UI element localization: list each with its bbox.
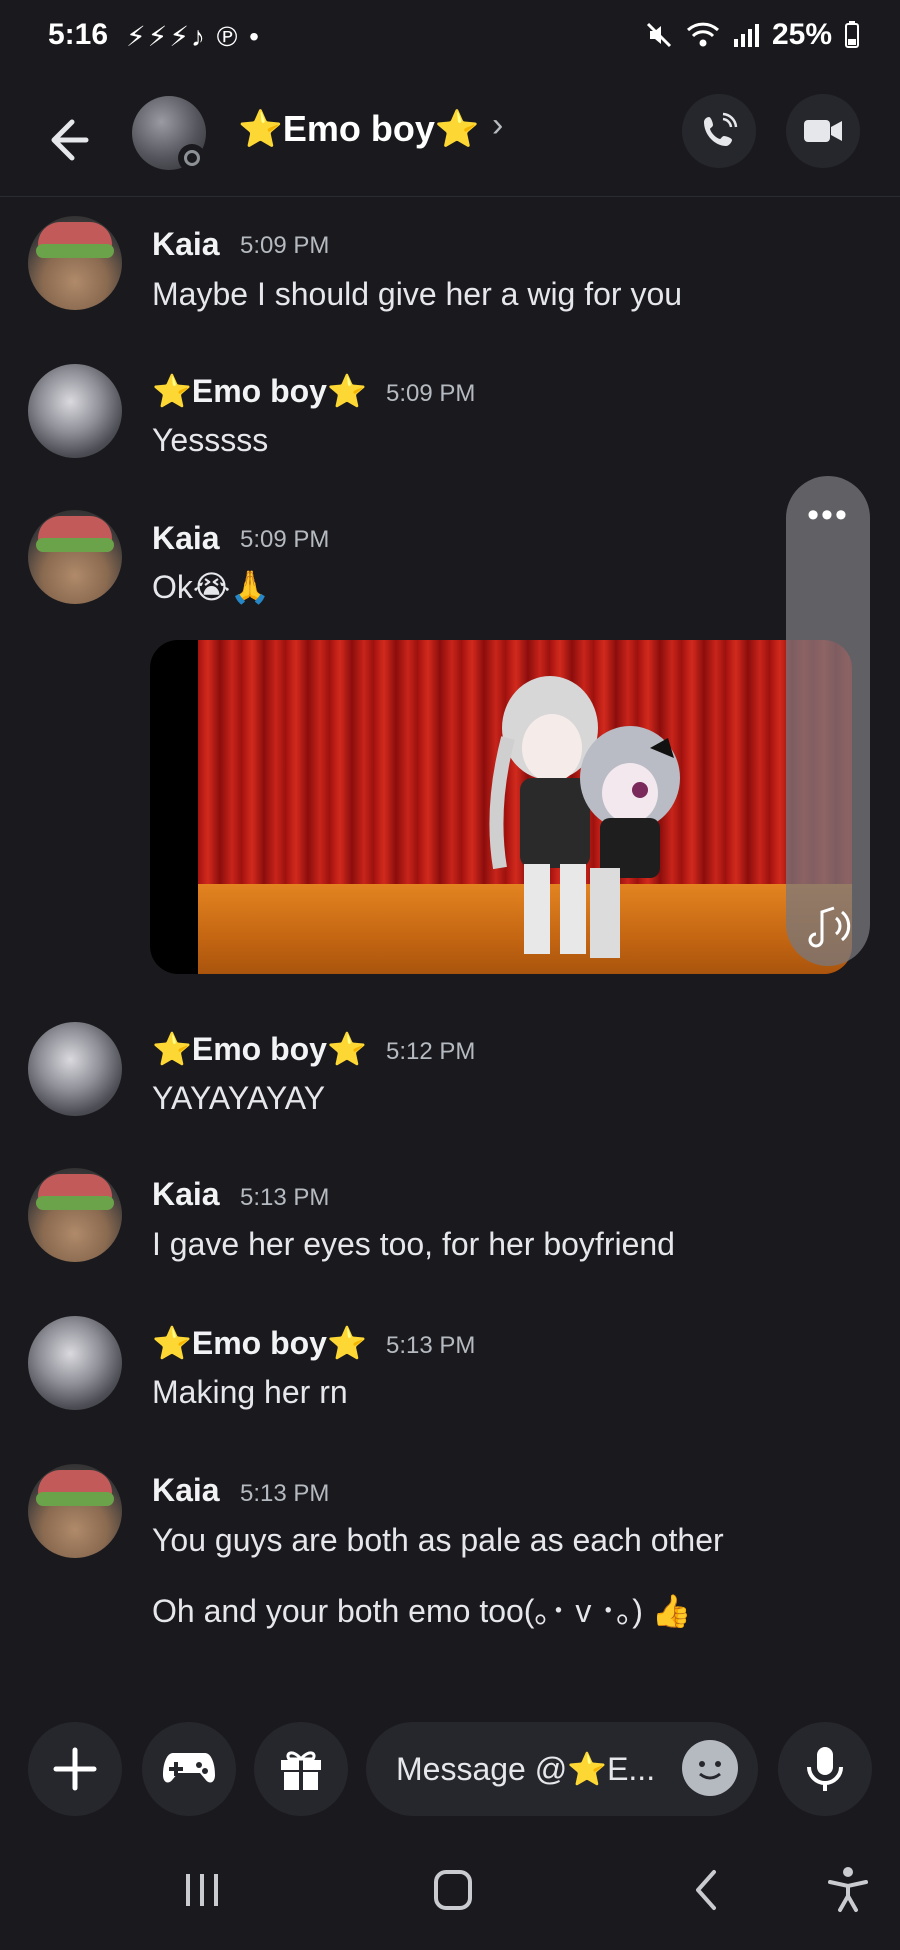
gacha-characters-image bbox=[489, 676, 680, 958]
message-author[interactable]: Kaia bbox=[152, 520, 220, 557]
phone-icon bbox=[704, 112, 738, 146]
back-arrow-icon bbox=[51, 119, 89, 161]
avatar-kaia[interactable] bbox=[28, 1464, 122, 1558]
gift-icon bbox=[281, 1751, 321, 1790]
message-author[interactable]: Kaia bbox=[152, 226, 220, 263]
battery-percent: 25% bbox=[771, 18, 832, 51]
media-controls-overlay[interactable]: ••• bbox=[786, 476, 870, 966]
system-nav-bar bbox=[0, 1850, 900, 1950]
message-input[interactable]: Message @⭐E... bbox=[366, 1722, 758, 1816]
message-time: 5:13 PM bbox=[240, 1184, 330, 1211]
microphone-icon bbox=[807, 1747, 843, 1791]
message-composer: Message @⭐E... bbox=[0, 1722, 900, 1818]
add-attachment-button[interactable] bbox=[28, 1722, 122, 1816]
message-author[interactable]: ⭐Emo boy⭐ bbox=[152, 1030, 367, 1068]
avatar-kaia[interactable] bbox=[28, 510, 122, 604]
video-attachment[interactable] bbox=[150, 640, 852, 974]
signal-icon bbox=[733, 24, 759, 47]
avatar-kaia[interactable] bbox=[28, 216, 122, 310]
message-text: You guys are both as pale as each other bbox=[152, 1522, 724, 1558]
dm-header: ⭐Emo boy⭐ › bbox=[0, 88, 900, 197]
message-author[interactable]: ⭐Emo boy⭐ bbox=[152, 372, 367, 410]
message-time: 5:12 PM bbox=[386, 1038, 476, 1065]
emoji-button[interactable] bbox=[682, 1740, 738, 1796]
wifi-icon bbox=[686, 22, 719, 47]
avatar-emo-boy[interactable] bbox=[28, 364, 122, 458]
message-text: Yesssss bbox=[152, 422, 269, 458]
chevron-right-icon[interactable]: › bbox=[492, 106, 503, 145]
voice-call-button[interactable] bbox=[682, 94, 756, 168]
video-icon bbox=[804, 120, 842, 142]
message-text: Making her rn bbox=[152, 1374, 348, 1410]
gamepad-icon bbox=[163, 1753, 215, 1783]
plus-icon bbox=[53, 1747, 97, 1791]
message-time: 5:09 PM bbox=[240, 526, 330, 553]
accessibility-icon[interactable] bbox=[826, 1866, 870, 1914]
message-text: Oh and your both emo too(｡･ v ･｡) 👍 bbox=[152, 1593, 692, 1629]
emoji-icon bbox=[699, 1761, 721, 1780]
voice-message-button[interactable] bbox=[778, 1722, 872, 1816]
battery-icon bbox=[845, 21, 859, 48]
notification-icons: ⚡⚡⚡♪ ℗ • bbox=[126, 21, 261, 52]
mute-icon bbox=[646, 22, 672, 48]
message-time: 5:09 PM bbox=[240, 232, 330, 259]
status-time: 5:16 bbox=[48, 18, 109, 51]
message-text: I gave her eyes too, for her boyfriend bbox=[152, 1226, 675, 1262]
sound-icon[interactable] bbox=[806, 900, 854, 948]
offline-status-icon bbox=[184, 150, 200, 166]
video-call-button[interactable] bbox=[786, 94, 860, 168]
message-text: Ok😭🙏 bbox=[152, 569, 271, 605]
message-author[interactable]: Kaia bbox=[152, 1472, 220, 1509]
status-bar: 5:16 ⚡⚡⚡♪ ℗ • 25% bbox=[0, 0, 900, 80]
message-time: 5:13 PM bbox=[386, 1332, 476, 1359]
home-icon[interactable] bbox=[432, 1868, 474, 1912]
back-button[interactable] bbox=[38, 110, 98, 170]
avatar-emo-boy[interactable] bbox=[28, 1316, 122, 1410]
message-author[interactable]: ⭐Emo boy⭐ bbox=[152, 1324, 367, 1362]
activities-button[interactable] bbox=[142, 1722, 236, 1816]
message-text: YAYAYAYAY bbox=[152, 1080, 326, 1116]
recent-apps-icon[interactable] bbox=[182, 1870, 222, 1910]
message-text: Maybe I should give her a wig for you bbox=[152, 276, 683, 312]
more-options-icon[interactable]: ••• bbox=[786, 496, 870, 535]
channel-title[interactable]: ⭐Emo boy⭐ bbox=[238, 108, 480, 150]
message-time: 5:09 PM bbox=[386, 380, 476, 407]
message-input-placeholder: Message @⭐E... bbox=[396, 1751, 656, 1787]
avatar-emo-boy[interactable] bbox=[28, 1022, 122, 1116]
message-author[interactable]: Kaia bbox=[152, 1176, 220, 1213]
gift-button[interactable] bbox=[254, 1722, 348, 1816]
message-time: 5:13 PM bbox=[240, 1480, 330, 1507]
nav-back-icon[interactable] bbox=[690, 1868, 724, 1912]
avatar-kaia[interactable] bbox=[28, 1168, 122, 1262]
